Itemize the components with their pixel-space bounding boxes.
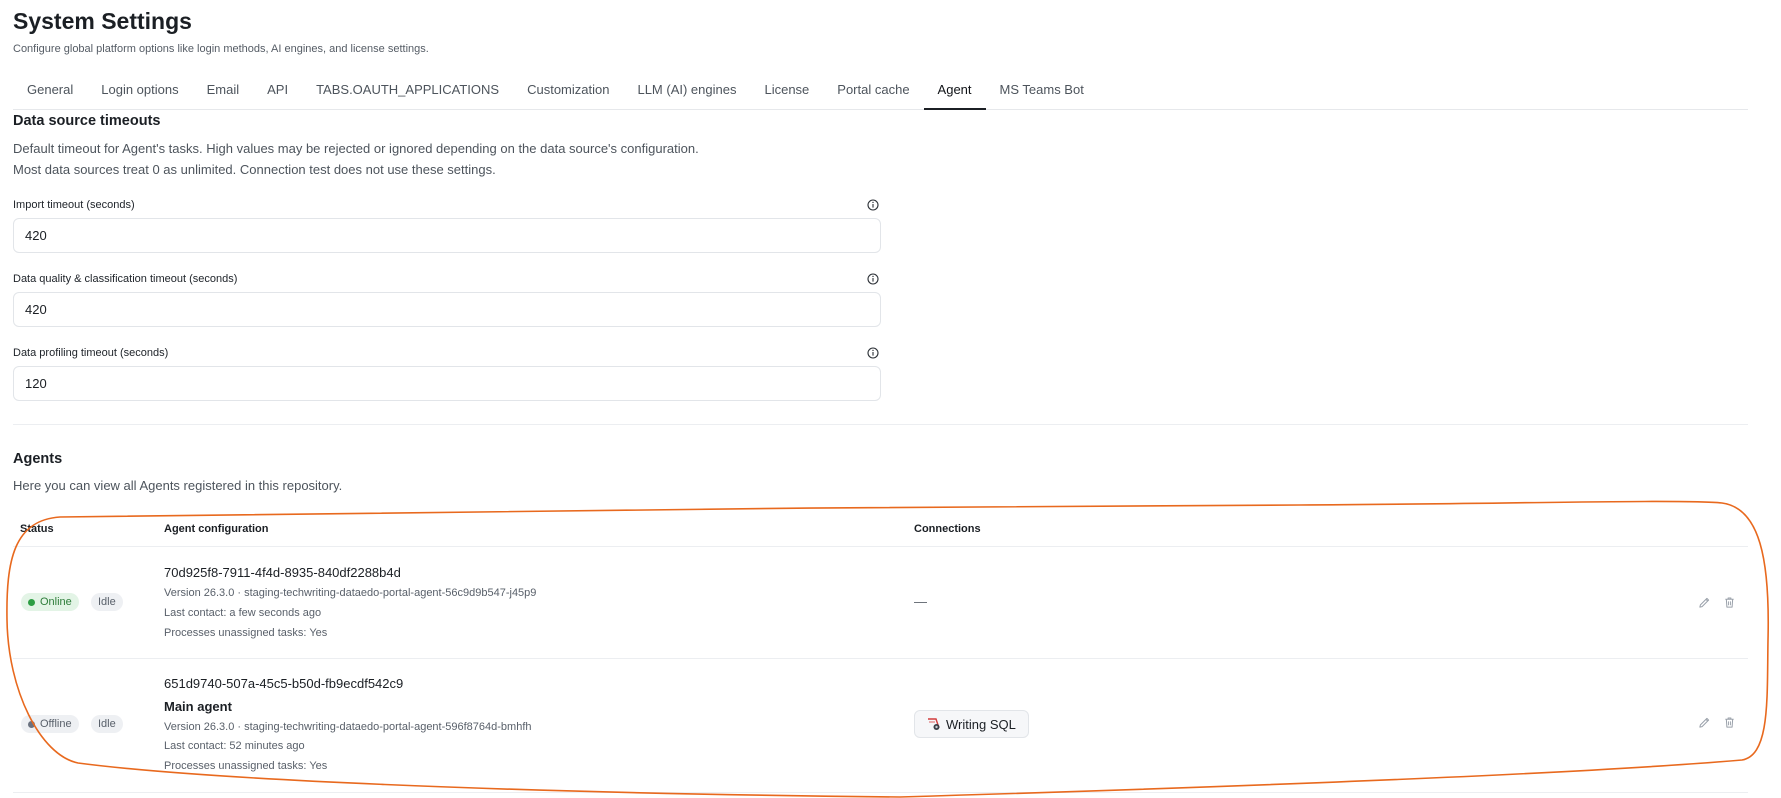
dq-classification-timeout-label: Data quality & classification timeout (s…	[13, 273, 238, 285]
status-badge: Offline	[21, 715, 79, 733]
row-divider	[13, 792, 1748, 793]
import-timeout-input[interactable]	[13, 218, 881, 253]
info-icon[interactable]	[867, 199, 879, 211]
edit-icon[interactable]	[1698, 716, 1711, 729]
agent-name: Main agent	[164, 699, 232, 714]
row-divider	[13, 658, 1748, 659]
tab-api[interactable]: API	[253, 72, 302, 109]
tab-ms-teams-bot[interactable]: MS Teams Bot	[986, 72, 1098, 109]
profiling-timeout-label: Data profiling timeout (seconds)	[13, 347, 169, 359]
delete-icon[interactable]	[1723, 716, 1736, 729]
agent-last-contact: Last contact: a few seconds ago	[164, 607, 322, 619]
profiling-timeout-input[interactable]	[13, 366, 881, 401]
page-title: System Settings	[13, 8, 192, 34]
tab-license[interactable]: License	[750, 72, 823, 109]
import-timeout-label: Import timeout (seconds)	[13, 199, 135, 211]
tab-llm-engines[interactable]: LLM (AI) engines	[623, 72, 750, 109]
timeouts-desc-line1: Default timeout for Agent's tasks. High …	[13, 141, 699, 156]
column-header-agent-configuration: Agent configuration	[164, 523, 269, 535]
info-icon[interactable]	[867, 347, 879, 359]
section-divider	[13, 424, 1748, 425]
page-subtitle: Configure global platform options like l…	[13, 43, 429, 55]
timeouts-desc-line2: Most data sources treat 0 as unlimited. …	[13, 162, 496, 177]
no-connections: —	[914, 594, 927, 609]
status-label: Offline	[40, 718, 72, 730]
agent-id: 651d9740-507a-45c5-b50d-fb9ecdf542c9	[164, 676, 404, 691]
connection-icon	[928, 718, 940, 730]
agent-processes-unassigned: Processes unassigned tasks: Yes	[164, 627, 328, 639]
tab-bar: General Login options Email API TABS.OAU…	[13, 72, 1748, 110]
agent-version: Version 26.3.0 · staging-techwriting-dat…	[164, 721, 532, 733]
status-dot-icon	[28, 598, 35, 606]
agent-id: 70d925f8-7911-4f4d-8935-840df2288b4d	[164, 565, 401, 580]
column-header-connections: Connections	[914, 523, 981, 535]
tab-customization[interactable]: Customization	[513, 72, 623, 109]
status-label: Online	[40, 596, 72, 608]
timeouts-title: Data source timeouts	[13, 113, 161, 129]
tab-login-options[interactable]: Login options	[87, 72, 192, 109]
tab-email[interactable]: Email	[193, 72, 254, 109]
agent-processes-unassigned: Processes unassigned tasks: Yes	[164, 760, 328, 772]
status-dot-icon	[28, 720, 35, 728]
dq-classification-timeout-input[interactable]	[13, 292, 881, 327]
connection-label: Writing SQL	[946, 716, 1016, 732]
activity-badge: Idle	[91, 593, 123, 611]
info-icon[interactable]	[867, 273, 879, 285]
settings-page: System Settings Configure global platfor…	[0, 0, 1781, 798]
activity-label: Idle	[98, 596, 116, 608]
tab-oauth-applications[interactable]: TABS.OAUTH_APPLICATIONS	[302, 72, 513, 109]
agent-last-contact: Last contact: 52 minutes ago	[164, 740, 305, 752]
agents-title: Agents	[13, 451, 63, 467]
connection-chip[interactable]: Writing SQL	[914, 710, 1029, 738]
edit-icon[interactable]	[1698, 596, 1711, 609]
column-header-status: Status	[20, 523, 54, 535]
agents-desc: Here you can view all Agents registered …	[13, 478, 343, 493]
status-badge: Online	[21, 593, 79, 611]
delete-icon[interactable]	[1723, 596, 1736, 609]
tab-agent[interactable]: Agent	[923, 72, 986, 110]
activity-badge: Idle	[91, 715, 123, 733]
agent-version: Version 26.3.0 · staging-techwriting-dat…	[164, 587, 537, 599]
activity-label: Idle	[98, 718, 116, 730]
tab-portal-cache[interactable]: Portal cache	[823, 72, 923, 109]
table-header-divider	[13, 546, 1748, 547]
tab-general[interactable]: General	[13, 72, 87, 109]
